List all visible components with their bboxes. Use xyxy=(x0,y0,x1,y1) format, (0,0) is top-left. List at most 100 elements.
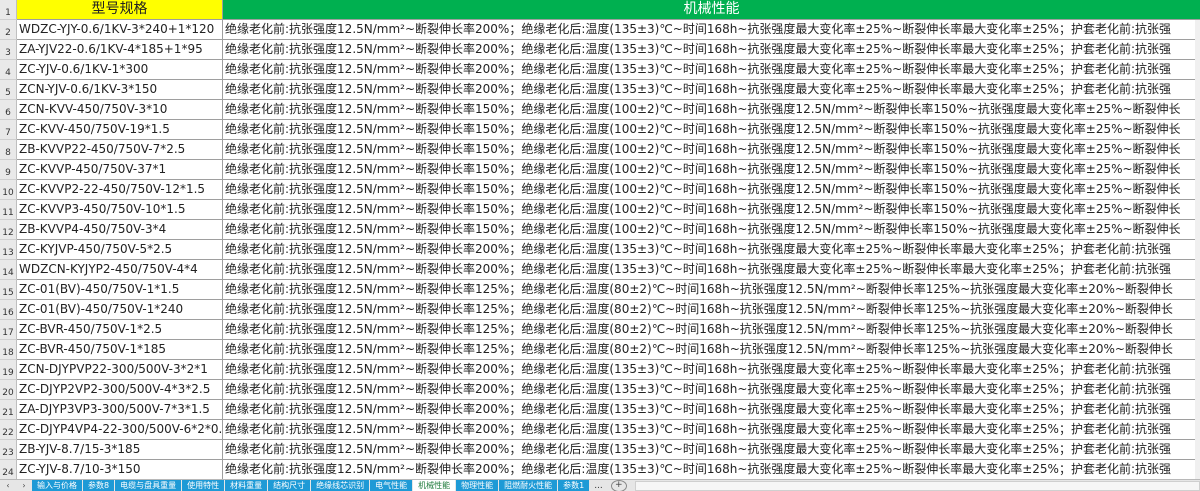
table-row: 15 ZC-01(BV)-450/750V-1*1.5 绝缘老化前:抗张强度12.5… xyxy=(0,280,1200,300)
table-row: 22 ZC-DJYP4VP4-22-300/500V-6*2*0. 绝缘老化前:抗张… xyxy=(0,420,1200,440)
row-number[interactable]: 12 xyxy=(0,220,17,240)
sheet-tabs: 输入与价格 参数8 电缆与盘具重量 使用特性 材料重量 结构尺寸 绝缘线芯识别 电气性能 机械性… xyxy=(32,480,590,491)
sheet-tab[interactable]: 电气性能 xyxy=(370,480,413,491)
row-number[interactable]: 18 xyxy=(0,340,17,360)
mechanical-performance-cell[interactable]: 绝缘老化前:抗张强度12.5N/mm²~断裂伸长率150%；绝缘老化后:温度(1… xyxy=(223,140,1200,160)
mechanical-performance-cell[interactable]: 绝缘老化前:抗张强度12.5N/mm²~断裂伸长率125%；绝缘老化后:温度(8… xyxy=(223,340,1200,360)
mechanical-performance-cell[interactable]: 绝缘老化前:抗张强度12.5N/mm²~断裂伸长率200%；绝缘老化后:温度(1… xyxy=(223,440,1200,460)
sheet-tab[interactable]: 使用特性 xyxy=(182,480,225,491)
model-spec-cell[interactable]: ZC-YJV-8.7/10-3*150 xyxy=(17,460,223,479)
sheet-tab[interactable]: 阻燃耐火性能 xyxy=(499,480,558,491)
model-spec-cell[interactable]: ZC-DJYP2VP2-300/500V-4*3*2.5 xyxy=(17,380,223,400)
model-spec-cell[interactable]: ZB-KVVP4-450/750V-3*4 xyxy=(17,220,223,240)
model-spec-cell[interactable]: ZB-KVVP22-450/750V-7*2.5 xyxy=(17,140,223,160)
mechanical-performance-cell[interactable]: 绝缘老化前:抗张强度12.5N/mm²~断裂伸长率200%；绝缘老化后:温度(1… xyxy=(223,40,1200,60)
model-spec-cell[interactable]: ZC-DJYP4VP4-22-300/500V-6*2*0. xyxy=(17,420,223,440)
sheet-tab[interactable]: 物理性能 xyxy=(456,480,499,491)
sheet-tab[interactable]: 电缆与盘具重量 xyxy=(115,480,182,491)
next-sheet-icon[interactable]: › xyxy=(16,481,32,490)
table-row: 5 ZCN-YJV-0.6/1KV-3*150 绝缘老化前:抗张强度12.5N/mm… xyxy=(0,80,1200,100)
mechanical-performance-cell[interactable]: 绝缘老化前:抗张强度12.5N/mm²~断裂伸长率150%；绝缘老化后:温度(1… xyxy=(223,180,1200,200)
row-number[interactable]: 2 xyxy=(0,20,17,40)
table-row: 17 ZC-BVR-450/750V-1*2.5 绝缘老化前:抗张强度12.5N/m… xyxy=(0,320,1200,340)
mechanical-performance-cell[interactable]: 绝缘老化前:抗张强度12.5N/mm²~断裂伸长率200%；绝缘老化后:温度(1… xyxy=(223,20,1200,40)
mechanical-performance-cell[interactable]: 绝缘老化前:抗张强度12.5N/mm²~断裂伸长率200%；绝缘老化后:温度(1… xyxy=(223,60,1200,80)
header-mechanical-performance[interactable]: 机械性能 xyxy=(223,0,1200,20)
model-spec-cell[interactable]: ZCN-YJV-0.6/1KV-3*150 xyxy=(17,80,223,100)
mechanical-performance-cell[interactable]: 绝缘老化前:抗张强度12.5N/mm²~断裂伸长率125%；绝缘老化后:温度(8… xyxy=(223,280,1200,300)
model-spec-cell[interactable]: ZC-01(BV)-450/750V-1*240 xyxy=(17,300,223,320)
row-number[interactable]: 24 xyxy=(0,460,17,479)
model-spec-cell[interactable]: ZC-BVR-450/750V-1*185 xyxy=(17,340,223,360)
row-number[interactable]: 16 xyxy=(0,300,17,320)
vertical-scrollbar[interactable] xyxy=(1195,20,1200,479)
table-row: 11 ZC-KVVP3-450/750V-10*1.5 绝缘老化前:抗张强度12.5… xyxy=(0,200,1200,220)
row-number[interactable]: 13 xyxy=(0,240,17,260)
row-number[interactable]: 3 xyxy=(0,40,17,60)
model-spec-cell[interactable]: ZC-01(BV)-450/750V-1*1.5 xyxy=(17,280,223,300)
row-number[interactable]: 6 xyxy=(0,100,17,120)
mechanical-performance-cell[interactable]: 绝缘老化前:抗张强度12.5N/mm²~断裂伸长率150%；绝缘老化后:温度(1… xyxy=(223,100,1200,120)
spreadsheet-grid: 1 型号规格 机械性能 2 WDZC-YJY-0.6/1KV-3*240+1*12… xyxy=(0,0,1200,479)
row-number[interactable]: 10 xyxy=(0,180,17,200)
prev-sheet-icon[interactable]: ‹ xyxy=(0,481,16,490)
model-spec-cell[interactable]: ZC-KVVP2-22-450/750V-12*1.5 xyxy=(17,180,223,200)
table-row: 13 ZC-KYJVP-450/750V-5*2.5 绝缘老化前:抗张强度12.5N… xyxy=(0,240,1200,260)
row-number[interactable]: 23 xyxy=(0,440,17,460)
mechanical-performance-cell[interactable]: 绝缘老化前:抗张强度12.5N/mm²~断裂伸长率200%；绝缘老化后:温度(1… xyxy=(223,360,1200,380)
model-spec-cell[interactable]: WDZC-YJY-0.6/1KV-3*240+1*120 xyxy=(17,20,223,40)
mechanical-performance-cell[interactable]: 绝缘老化前:抗张强度12.5N/mm²~断裂伸长率200%；绝缘老化后:温度(1… xyxy=(223,80,1200,100)
row-number[interactable]: 22 xyxy=(0,420,17,440)
model-spec-cell[interactable]: ZCN-DJYPVP22-300/500V-3*2*1 xyxy=(17,360,223,380)
row-number[interactable]: 1 xyxy=(0,0,17,20)
model-spec-cell[interactable]: ZA-YJV22-0.6/1KV-4*185+1*95 xyxy=(17,40,223,60)
model-spec-cell[interactable]: ZC-KYJVP-450/750V-5*2.5 xyxy=(17,240,223,260)
model-spec-cell[interactable]: ZB-YJV-8.7/15-3*185 xyxy=(17,440,223,460)
model-spec-cell[interactable]: ZCN-KVV-450/750V-3*10 xyxy=(17,100,223,120)
row-number[interactable]: 5 xyxy=(0,80,17,100)
model-spec-cell[interactable]: ZC-YJV-0.6/1KV-1*300 xyxy=(17,60,223,80)
horizontal-scrollbar[interactable] xyxy=(634,480,1200,491)
sheet-tab[interactable]: 结构尺寸 xyxy=(268,480,311,491)
mechanical-performance-cell[interactable]: 绝缘老化前:抗张强度12.5N/mm²~断裂伸长率200%；绝缘老化后:温度(1… xyxy=(223,260,1200,280)
mechanical-performance-cell[interactable]: 绝缘老化前:抗张强度12.5N/mm²~断裂伸长率150%；绝缘老化后:温度(1… xyxy=(223,160,1200,180)
sheet-tab[interactable]: 参数1 xyxy=(558,480,590,491)
sheet-tab[interactable]: 输入与价格 xyxy=(32,480,82,491)
row-number[interactable]: 4 xyxy=(0,60,17,80)
model-spec-cell[interactable]: WDZCN-KYJYP2-450/750V-4*4 xyxy=(17,260,223,280)
row-number[interactable]: 9 xyxy=(0,160,17,180)
model-spec-cell[interactable]: ZA-DJYP3VP3-300/500V-7*3*1.5 xyxy=(17,400,223,420)
mechanical-performance-cell[interactable]: 绝缘老化前:抗张强度12.5N/mm²~断裂伸长率200%；绝缘老化后:温度(1… xyxy=(223,380,1200,400)
mechanical-performance-cell[interactable]: 绝缘老化前:抗张强度12.5N/mm²~断裂伸长率200%；绝缘老化后:温度(1… xyxy=(223,460,1200,479)
model-spec-cell[interactable]: ZC-KVVP3-450/750V-10*1.5 xyxy=(17,200,223,220)
sheet-tab[interactable]: 机械性能 xyxy=(413,480,456,491)
row-number[interactable]: 14 xyxy=(0,260,17,280)
row-number[interactable]: 17 xyxy=(0,320,17,340)
row-number[interactable]: 19 xyxy=(0,360,17,380)
row-number[interactable]: 21 xyxy=(0,400,17,420)
row-number[interactable]: 8 xyxy=(0,140,17,160)
table-row: 7 ZC-KVV-450/750V-19*1.5 绝缘老化前:抗张强度12.5N/m… xyxy=(0,120,1200,140)
row-number[interactable]: 11 xyxy=(0,200,17,220)
more-tabs-button[interactable]: ... xyxy=(590,481,607,491)
mechanical-performance-cell[interactable]: 绝缘老化前:抗张强度12.5N/mm²~断裂伸长率200%；绝缘老化后:温度(1… xyxy=(223,420,1200,440)
mechanical-performance-cell[interactable]: 绝缘老化前:抗张强度12.5N/mm²~断裂伸长率200%；绝缘老化后:温度(1… xyxy=(223,400,1200,420)
sheet-tab-bar: ‹ › 输入与价格 参数8 电缆与盘具重量 使用特性 材料重量 结构尺寸 绝缘线芯识别 电气性… xyxy=(0,479,1200,491)
mechanical-performance-cell[interactable]: 绝缘老化前:抗张强度12.5N/mm²~断裂伸长率125%；绝缘老化后:温度(8… xyxy=(223,320,1200,340)
mechanical-performance-cell[interactable]: 绝缘老化前:抗张强度12.5N/mm²~断裂伸长率150%；绝缘老化后:温度(1… xyxy=(223,200,1200,220)
model-spec-cell[interactable]: ZC-BVR-450/750V-1*2.5 xyxy=(17,320,223,340)
mechanical-performance-cell[interactable]: 绝缘老化前:抗张强度12.5N/mm²~断裂伸长率125%；绝缘老化后:温度(8… xyxy=(223,300,1200,320)
model-spec-cell[interactable]: ZC-KVVP-450/750V-37*1 xyxy=(17,160,223,180)
add-sheet-icon[interactable]: + xyxy=(610,480,627,491)
row-number[interactable]: 20 xyxy=(0,380,17,400)
sheet-tab[interactable]: 参数8 xyxy=(83,480,115,491)
header-model-spec[interactable]: 型号规格 xyxy=(17,0,223,20)
mechanical-performance-cell[interactable]: 绝缘老化前:抗张强度12.5N/mm²~断裂伸长率200%；绝缘老化后:温度(1… xyxy=(223,240,1200,260)
model-spec-cell[interactable]: ZC-KVV-450/750V-19*1.5 xyxy=(17,120,223,140)
row-number[interactable]: 7 xyxy=(0,120,17,140)
mechanical-performance-cell[interactable]: 绝缘老化前:抗张强度12.5N/mm²~断裂伸长率150%；绝缘老化后:温度(1… xyxy=(223,220,1200,240)
mechanical-performance-cell[interactable]: 绝缘老化前:抗张强度12.5N/mm²~断裂伸长率150%；绝缘老化后:温度(1… xyxy=(223,120,1200,140)
sheet-tab[interactable]: 材料重量 xyxy=(225,480,268,491)
sheet-tab[interactable]: 绝缘线芯识别 xyxy=(311,480,370,491)
row-number[interactable]: 15 xyxy=(0,280,17,300)
